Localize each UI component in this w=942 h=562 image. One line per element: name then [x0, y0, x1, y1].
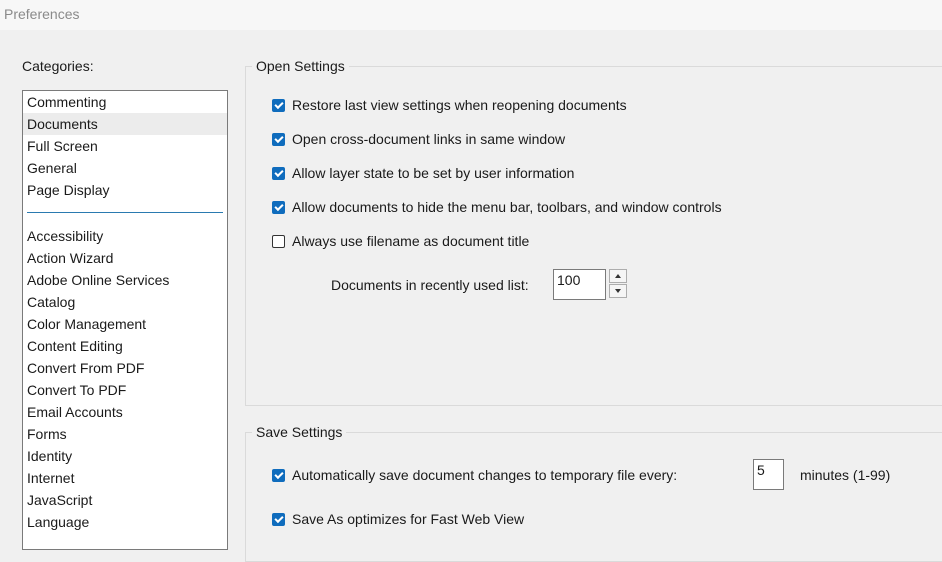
autosave-label: Automatically save document changes to t…: [292, 467, 678, 483]
fast-web-view-checkbox[interactable]: [272, 512, 285, 526]
categories-label: Categories:: [22, 58, 94, 74]
category-full-screen[interactable]: Full Screen: [23, 135, 227, 157]
category-documents[interactable]: Documents: [23, 113, 227, 135]
category-identity[interactable]: Identity: [23, 445, 227, 467]
restore-view-label: Restore last view settings when reopenin…: [292, 97, 627, 113]
cross-doc-links-option[interactable]: Open cross-document links in same window: [272, 129, 565, 149]
arrow-up-icon: [615, 274, 621, 278]
category-accessibility[interactable]: Accessibility: [23, 225, 227, 247]
category-color-management[interactable]: Color Management: [23, 313, 227, 335]
category-convert-to-pdf[interactable]: Convert To PDF: [23, 379, 227, 401]
category-internet[interactable]: Internet: [23, 467, 227, 489]
layer-state-checkbox[interactable]: [272, 166, 285, 180]
category-javascript[interactable]: JavaScript: [23, 489, 227, 511]
category-content-editing[interactable]: Content Editing: [23, 335, 227, 357]
open-settings-legend: Open Settings: [252, 58, 349, 74]
cross-doc-links-label: Open cross-document links in same window: [292, 131, 566, 147]
spin-up-button[interactable]: [609, 269, 627, 283]
restore-view-option[interactable]: Restore last view settings when reopenin…: [272, 95, 627, 115]
category-catalog[interactable]: Catalog: [23, 291, 227, 313]
category-action-wizard[interactable]: Action Wizard: [23, 247, 227, 269]
layer-state-option[interactable]: Allow layer state to be set by user info…: [272, 163, 574, 183]
recent-list-input[interactable]: 100: [553, 269, 606, 300]
category-forms[interactable]: Forms: [23, 423, 227, 445]
restore-view-checkbox[interactable]: [272, 98, 285, 112]
hide-menubar-label: Allow documents to hide the menu bar, to…: [292, 199, 722, 215]
layer-state-label: Allow layer state to be set by user info…: [292, 165, 575, 181]
save-settings-group: Save Settings Automatically save documen…: [245, 424, 942, 562]
category-convert-from-pdf[interactable]: Convert From PDF: [23, 357, 227, 379]
save-settings-legend: Save Settings: [252, 424, 347, 440]
fast-web-view-option[interactable]: Save As optimizes for Fast Web View: [272, 509, 524, 529]
autosave-option[interactable]: Automatically save document changes to t…: [272, 465, 677, 485]
autosave-checkbox[interactable]: [272, 468, 285, 482]
spin-down-button[interactable]: [609, 284, 627, 298]
category-general[interactable]: General: [23, 157, 227, 179]
category-page-display[interactable]: Page Display: [23, 179, 227, 201]
category-language[interactable]: Language: [23, 511, 227, 533]
window-title: Preferences: [4, 6, 80, 22]
category-adobe-online-services[interactable]: Adobe Online Services: [23, 269, 227, 291]
recent-list-label: Documents in recently used list:: [331, 277, 529, 293]
hide-menubar-checkbox[interactable]: [272, 200, 285, 214]
fast-web-view-label: Save As optimizes for Fast Web View: [292, 511, 525, 527]
cross-doc-links-checkbox[interactable]: [272, 132, 285, 146]
title-bar: Preferences: [0, 0, 942, 30]
autosave-minutes-input[interactable]: 5: [753, 459, 784, 490]
arrow-down-icon: [615, 289, 621, 293]
hide-menubar-option[interactable]: Allow documents to hide the menu bar, to…: [272, 197, 722, 217]
category-commenting[interactable]: Commenting: [23, 91, 227, 113]
autosave-suffix: minutes (1-99): [800, 467, 891, 483]
filename-title-checkbox[interactable]: [272, 234, 285, 248]
recent-list-spinner[interactable]: [609, 269, 627, 299]
category-email-accounts[interactable]: Email Accounts: [23, 401, 227, 423]
filename-title-option[interactable]: Always use filename as document title: [272, 231, 529, 251]
category-separator: [27, 212, 223, 213]
filename-title-label: Always use filename as document title: [292, 233, 530, 249]
open-settings-group: Open Settings Restore last view settings…: [245, 58, 942, 406]
categories-list[interactable]: Commenting Documents Full Screen General…: [22, 90, 228, 550]
